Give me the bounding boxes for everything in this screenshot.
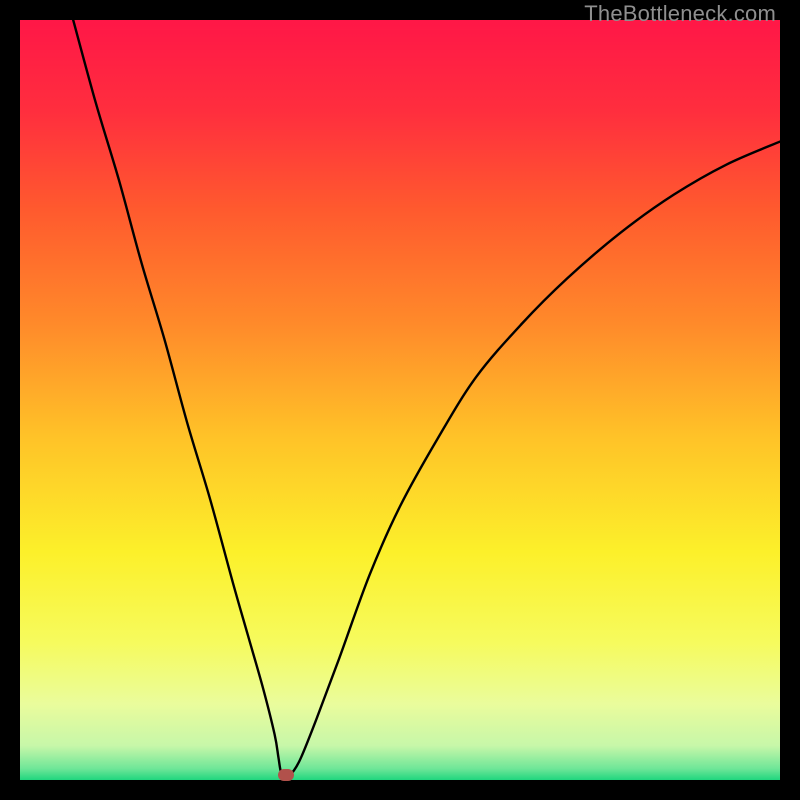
watermark-text: TheBottleneck.com	[584, 1, 776, 27]
bottleneck-curve	[20, 20, 780, 780]
chart-frame	[20, 20, 780, 780]
optimal-point-marker	[278, 769, 294, 781]
